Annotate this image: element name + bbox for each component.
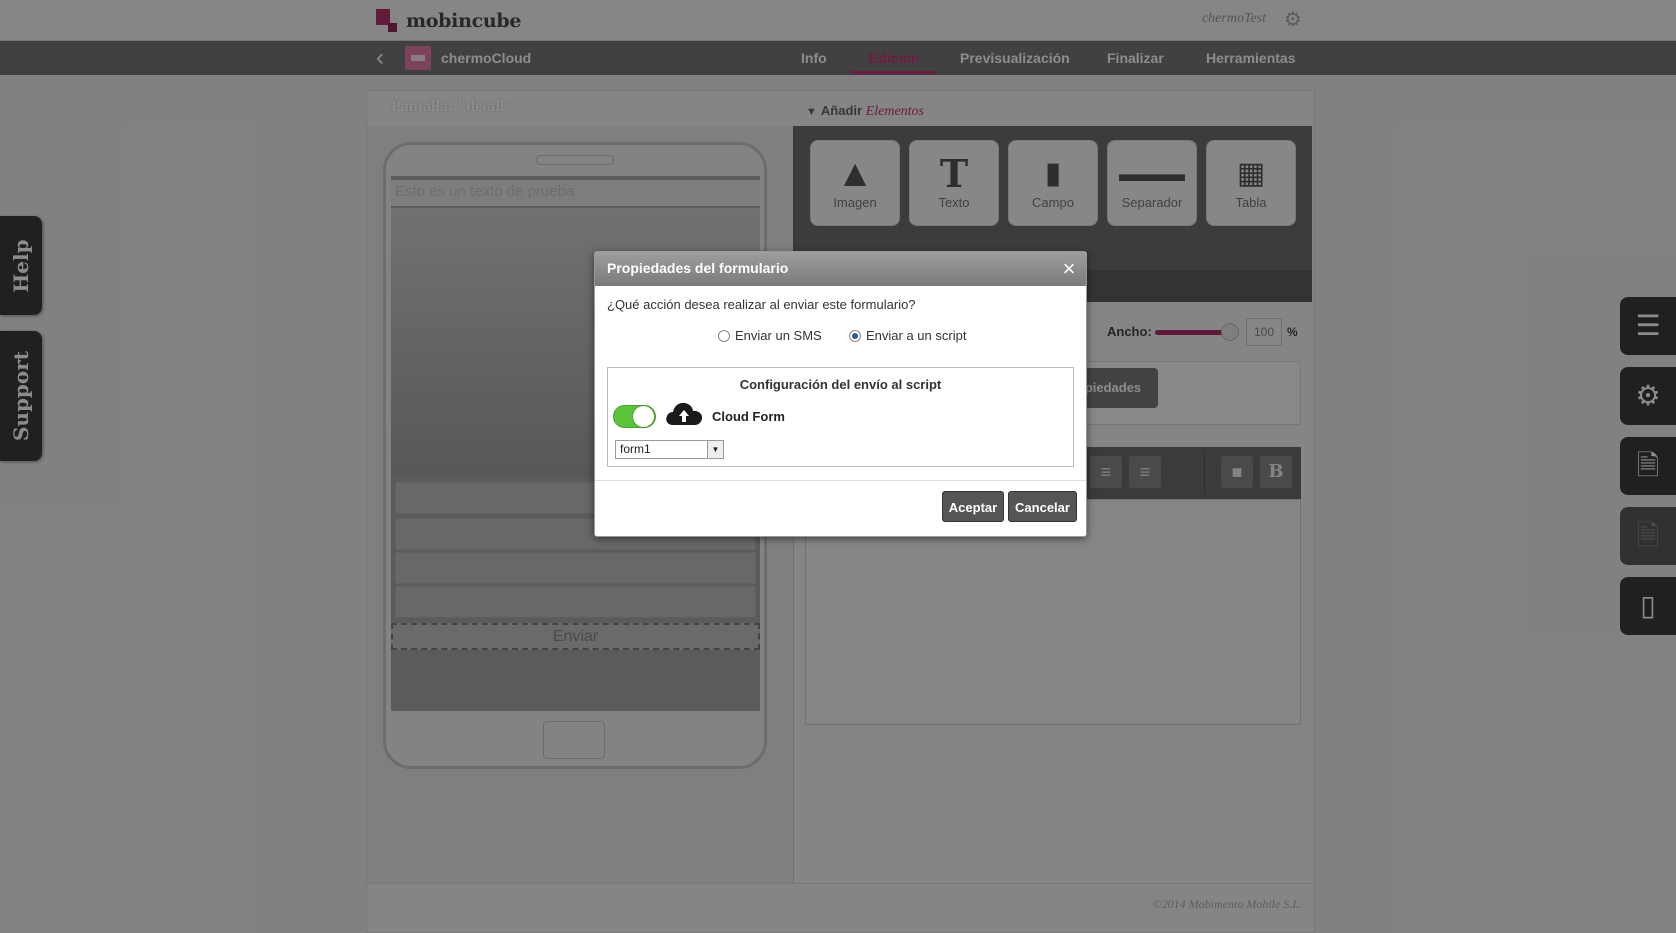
config-title: Configuración del envío al script xyxy=(739,377,942,392)
dialog-title: Propiedades del formulario xyxy=(607,260,789,276)
dialog-divider xyxy=(595,480,1086,481)
accept-button[interactable]: Aceptar xyxy=(942,491,1004,522)
radio-enviar-script[interactable]: Enviar a un script xyxy=(849,328,966,343)
cloud-upload-icon xyxy=(666,402,703,425)
toggle-knob[interactable] xyxy=(633,406,654,427)
radio-checked-icon xyxy=(849,329,861,342)
chevron-down-icon[interactable]: ▼ xyxy=(707,441,723,458)
cancel-button[interactable]: Cancelar xyxy=(1008,491,1077,522)
radio-enviar-sms[interactable]: Enviar un SMS xyxy=(718,328,822,343)
close-icon[interactable]: × xyxy=(1058,258,1080,280)
radio-unchecked-icon xyxy=(718,329,730,342)
radio-label: Enviar un SMS xyxy=(735,328,822,343)
dialog-question: ¿Qué acción desea realizar al enviar est… xyxy=(607,297,916,312)
cloud-form-label: Cloud Form xyxy=(712,409,785,424)
radio-label: Enviar a un script xyxy=(866,328,967,343)
